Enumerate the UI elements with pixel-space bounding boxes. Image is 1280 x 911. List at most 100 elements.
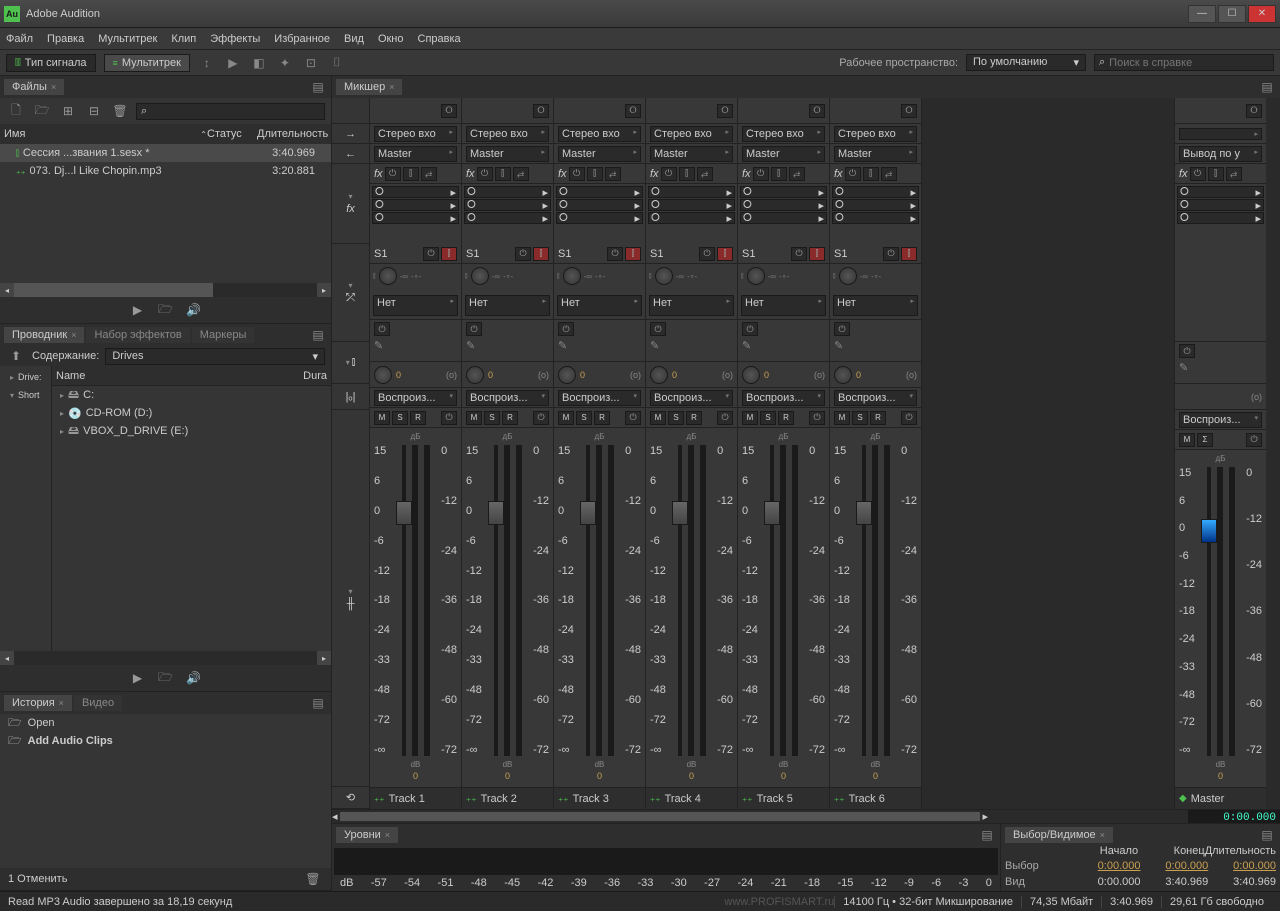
send-dest-dropdown[interactable]: Нет▸ xyxy=(373,295,458,316)
pan-knob[interactable] xyxy=(742,366,760,384)
mixer-scroll-thumb[interactable] xyxy=(340,812,981,821)
send-power[interactable]: ⏻ xyxy=(515,247,531,261)
m-button[interactable]: M xyxy=(466,411,482,425)
fx-power[interactable]: ⏻ xyxy=(753,167,769,181)
track-name[interactable]: Track 6 xyxy=(849,793,885,805)
fx-pre[interactable]: ⫿ xyxy=(495,167,511,181)
eq-power[interactable]: ⏻ xyxy=(1179,344,1195,358)
power-icon[interactable]: ⭘ xyxy=(625,104,641,118)
file-col-name[interactable]: Имя xyxy=(4,128,200,140)
input-dropdown[interactable]: Стерео вхо▸ xyxy=(558,126,641,142)
file-col-duration[interactable]: Длительность xyxy=(257,128,327,140)
eq-edit-icon[interactable]: ✎ xyxy=(1179,361,1188,374)
input-dropdown[interactable]: ▸ xyxy=(1179,128,1262,140)
r-button[interactable]: R xyxy=(410,411,426,425)
tool-1[interactable]: ↕ xyxy=(198,54,216,72)
side-shortcuts[interactable]: ▾Short xyxy=(2,386,49,404)
eq-power[interactable]: ⏻ xyxy=(834,322,850,336)
input-dropdown[interactable]: Стерео вхо▸ xyxy=(742,126,825,142)
σ-button[interactable]: Σ xyxy=(1197,433,1213,447)
output-dropdown[interactable]: Master▸ xyxy=(374,146,457,162)
s-button[interactable]: S xyxy=(668,411,684,425)
fader-handle[interactable] xyxy=(488,501,504,525)
automation-dropdown[interactable]: Воспроиз...▾ xyxy=(834,390,917,406)
mode-waveform[interactable]: ⫿⫿Тип сигнала xyxy=(6,54,96,72)
send-dest-dropdown[interactable]: Нет▸ xyxy=(465,295,550,316)
fader-rail[interactable] xyxy=(678,445,682,756)
extra-button[interactable]: ⏻ xyxy=(717,411,733,425)
fx-bypass[interactable]: ⥄ xyxy=(513,167,529,181)
collapse-icon[interactable]: ▾ xyxy=(346,358,350,367)
fx-slot[interactable]: ⭘▸ xyxy=(740,199,827,211)
up-icon[interactable]: ⬆ xyxy=(6,347,26,365)
fx-slot[interactable]: ⭘▸ xyxy=(464,199,551,211)
power-icon[interactable]: ⭘ xyxy=(901,104,917,118)
fader-handle[interactable] xyxy=(1201,519,1217,543)
s-button[interactable]: S xyxy=(392,411,408,425)
fx-power[interactable]: ⏻ xyxy=(569,167,585,181)
fader-handle[interactable] xyxy=(580,501,596,525)
fx-slot[interactable]: ⭘▸ xyxy=(648,212,735,224)
send-power[interactable]: ⏻ xyxy=(699,247,715,261)
s-button[interactable]: S xyxy=(484,411,500,425)
s-button[interactable]: S xyxy=(760,411,776,425)
eq-power[interactable]: ⏻ xyxy=(558,322,574,336)
fx-pre[interactable]: ⫿ xyxy=(771,167,787,181)
menu-effects[interactable]: Эффекты xyxy=(210,33,260,45)
open-file-icon[interactable]: 🗁 xyxy=(32,102,52,120)
fx-slot[interactable]: ⭘▸ xyxy=(1177,212,1264,224)
selection-tab[interactable]: Выбор/Видимое× xyxy=(1005,827,1113,843)
fader-rail[interactable] xyxy=(1207,467,1211,756)
r-button[interactable]: R xyxy=(502,411,518,425)
track-name[interactable]: Track 5 xyxy=(757,793,793,805)
m-button[interactable]: M xyxy=(558,411,574,425)
output-dropdown[interactable]: Master▸ xyxy=(466,146,549,162)
fx-bypass[interactable]: ⥄ xyxy=(605,167,621,181)
drive-row[interactable]: ▸💿CD-ROM (D:) xyxy=(52,404,331,422)
eq-edit-icon[interactable]: ✎ xyxy=(650,339,659,352)
fx-slot[interactable]: ⭘▸ xyxy=(1177,186,1264,198)
fader-rail[interactable] xyxy=(402,445,406,756)
pan-knob[interactable] xyxy=(466,366,484,384)
extra-button[interactable]: ⏻ xyxy=(625,411,641,425)
fx-slot[interactable]: ⭘▸ xyxy=(832,186,919,198)
explorer-tab[interactable]: Проводник× xyxy=(4,327,84,343)
extra-button[interactable]: ⏻ xyxy=(809,411,825,425)
output-dropdown[interactable]: Master▸ xyxy=(650,146,733,162)
fx-bypass[interactable]: ⥄ xyxy=(697,167,713,181)
help-search[interactable]: ⌕ xyxy=(1094,54,1274,71)
output-dropdown[interactable]: Master▸ xyxy=(742,146,825,162)
input-dropdown[interactable]: Стерео вхо▸ xyxy=(374,126,457,142)
trash-icon[interactable]: 🗑 xyxy=(110,102,130,120)
send-dest-dropdown[interactable]: Нет▸ xyxy=(741,295,826,316)
send-knob[interactable] xyxy=(655,267,673,285)
track-name[interactable]: Master xyxy=(1191,793,1225,805)
fader-handle[interactable] xyxy=(396,501,412,525)
send-knob[interactable] xyxy=(747,267,765,285)
automation-dropdown[interactable]: Воспроиз...▾ xyxy=(1179,412,1262,428)
fx-power[interactable]: ⏻ xyxy=(1190,167,1206,181)
fx-slot[interactable]: ⭘▸ xyxy=(372,199,459,211)
r-button[interactable]: R xyxy=(870,411,886,425)
r-button[interactable]: R xyxy=(686,411,702,425)
menu-view[interactable]: Вид xyxy=(344,33,364,45)
exp-col-name[interactable]: Name xyxy=(56,370,303,382)
menu-file[interactable]: Файл xyxy=(6,33,33,45)
drive-row[interactable]: ▸🖴C: xyxy=(52,386,331,404)
extra-button[interactable]: ⏻ xyxy=(901,411,917,425)
scroll-right[interactable]: ▸ xyxy=(317,651,331,665)
fx-slot[interactable]: ⭘▸ xyxy=(556,186,643,198)
autoplay-icon[interactable]: 🗁 xyxy=(156,301,176,319)
eq-power[interactable]: ⏻ xyxy=(374,322,390,336)
send-pre[interactable]: ⫿ xyxy=(533,247,549,261)
output-dropdown[interactable]: Master▸ xyxy=(834,146,917,162)
close-file-icon[interactable]: ⊟ xyxy=(84,102,104,120)
eq-edit-icon[interactable]: ✎ xyxy=(466,339,475,352)
link-icon[interactable]: ⟲ xyxy=(346,791,355,804)
collapse-icon[interactable]: ▾ xyxy=(348,192,352,201)
fx-slot[interactable]: ⭘▸ xyxy=(372,212,459,224)
automation-dropdown[interactable]: Воспроиз...▾ xyxy=(650,390,733,406)
sel-start[interactable]: 0:00.000 xyxy=(1073,860,1141,875)
loop-icon[interactable]: 🔊 xyxy=(184,669,204,687)
power-icon[interactable]: ⭘ xyxy=(441,104,457,118)
